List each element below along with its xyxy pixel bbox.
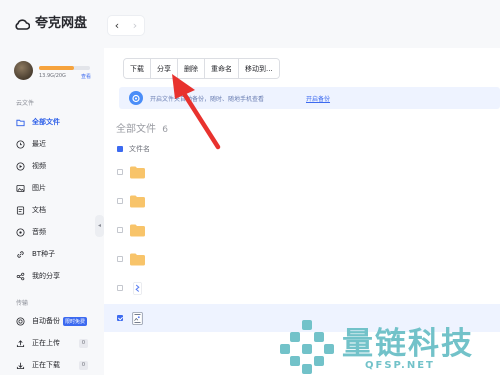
app-window: 夸克网盘 ‹ › 13.9G/20G 查看 云文件 全部文件 最近 视频 图片 … (0, 0, 500, 375)
delete-button[interactable]: 删除 (178, 59, 205, 78)
table-row[interactable] (104, 158, 500, 186)
enable-backup-link[interactable]: 开启备份 (306, 94, 330, 103)
row-checkbox[interactable] (117, 285, 123, 291)
table-row[interactable] (104, 187, 500, 215)
file-toolbar: 下载 分享 删除 重命名 移动到... (123, 58, 280, 79)
banner-text: 开启文件夹自动备份，随时、随地手机查看 (150, 96, 265, 103)
table-row[interactable] (104, 245, 500, 273)
folder-icon (130, 166, 145, 178)
sidebar-item-label: 我的分享 (32, 272, 60, 280)
row-checkbox[interactable] (117, 169, 123, 175)
sidebar-item-uploading[interactable]: 正在上传 0 (8, 334, 98, 352)
backup-banner: 开启文件夹自动备份，随时、随地手机查看 开启备份 (119, 87, 500, 109)
share-icon (16, 272, 25, 281)
sidebar-item-images[interactable]: 图片 (8, 179, 98, 197)
app-title: 夸克网盘 (35, 16, 88, 31)
sidebar: 13.9G/20G 查看 云文件 全部文件 最近 视频 图片 文档 音频 BT种… (0, 48, 104, 375)
back-button[interactable]: ‹ (109, 16, 125, 35)
sidebar-item-my-shares[interactable]: 我的分享 (8, 267, 98, 285)
file-count: 6 (162, 125, 168, 135)
storage-quota-bar (39, 66, 90, 70)
sidebar-item-label: 图片 (32, 184, 46, 192)
clock-icon (16, 139, 25, 149)
sidebar-item-video[interactable]: 视频 (8, 157, 98, 175)
download-icon (16, 361, 25, 370)
sidebar-item-label: 全部文件 (32, 118, 60, 126)
folder-icon (130, 195, 145, 207)
backup-icon (16, 316, 25, 326)
sidebar-item-label: 正在下载 (32, 361, 60, 369)
top-bar: 夸克网盘 ‹ › (0, 0, 500, 48)
cloud-icon (15, 19, 30, 30)
upload-count: 0 (79, 338, 88, 348)
sidebar-item-label: 最近 (32, 140, 46, 148)
image-file-icon (132, 311, 143, 325)
row-checkbox[interactable] (117, 227, 123, 233)
move-to-button[interactable]: 移动到... (239, 59, 279, 78)
history-nav: ‹ › (108, 16, 144, 35)
forward-button[interactable]: › (127, 16, 143, 35)
download-count: 0 (79, 360, 88, 370)
sidebar-item-bt-torrent[interactable]: BT种子 (8, 245, 98, 263)
section-label-cloud: 云文件 (16, 100, 35, 107)
storage-quota-fill (39, 66, 75, 70)
storage-quota-text: 13.9G/20G (39, 73, 66, 79)
file-icon (133, 281, 142, 295)
breadcrumb-title: 全部文件 (116, 124, 156, 135)
sidebar-item-label: 音频 (32, 228, 46, 236)
sidebar-item-label: BT种子 (32, 250, 56, 258)
sidebar-item-auto-backup[interactable]: 自动备份 限时免费 (8, 312, 98, 330)
column-header-name: 文件名 (129, 145, 150, 153)
folder-icon (130, 224, 145, 236)
sidebar-item-audio[interactable]: 音频 (8, 223, 98, 241)
table-row[interactable] (104, 216, 500, 244)
sidebar-item-label: 视频 (32, 162, 46, 170)
backup-cloud-icon (129, 91, 143, 105)
table-header: 文件名 (117, 144, 150, 154)
sidebar-item-label: 自动备份 (32, 317, 60, 325)
row-checkbox[interactable] (117, 256, 123, 262)
audio-icon (16, 227, 25, 237)
sidebar-item-downloading[interactable]: 正在下载 0 (8, 356, 98, 374)
upload-icon (16, 339, 25, 348)
breadcrumb: 全部文件 6 (116, 120, 168, 135)
avatar[interactable] (14, 61, 33, 80)
download-button[interactable]: 下载 (124, 59, 151, 78)
watermark-text: 量链科技 (342, 326, 474, 362)
link-icon (16, 250, 25, 259)
folder-outline-icon (16, 118, 25, 127)
video-icon (16, 161, 25, 171)
rename-button[interactable]: 重命名 (205, 59, 239, 78)
sidebar-item-label: 文档 (32, 206, 46, 214)
watermark: 量链科技 QFSP.NET (280, 318, 500, 375)
sidebar-item-all-files[interactable]: 全部文件 (8, 113, 98, 131)
image-icon (16, 184, 25, 193)
storage-view-link[interactable]: 查看 (81, 73, 91, 80)
sidebar-collapse-handle[interactable]: ◂ (95, 215, 104, 237)
sidebar-item-label: 正在上传 (32, 339, 60, 347)
share-button[interactable]: 分享 (151, 59, 178, 78)
sidebar-item-documents[interactable]: 文档 (8, 201, 98, 219)
row-checkbox[interactable] (117, 198, 123, 204)
folder-icon (130, 253, 145, 265)
row-checkbox-checked[interactable] (117, 315, 123, 321)
sidebar-item-recent[interactable]: 最近 (8, 135, 98, 153)
watermark-subtext: QFSP.NET (365, 360, 435, 371)
select-all-checkbox[interactable] (117, 146, 123, 152)
table-row[interactable] (104, 274, 500, 302)
document-icon (16, 205, 25, 215)
app-logo: 夸克网盘 (14, 17, 87, 31)
watermark-logo (280, 320, 334, 374)
section-label-transfer: 传输 (16, 300, 29, 307)
free-badge: 限时免费 (63, 316, 88, 326)
